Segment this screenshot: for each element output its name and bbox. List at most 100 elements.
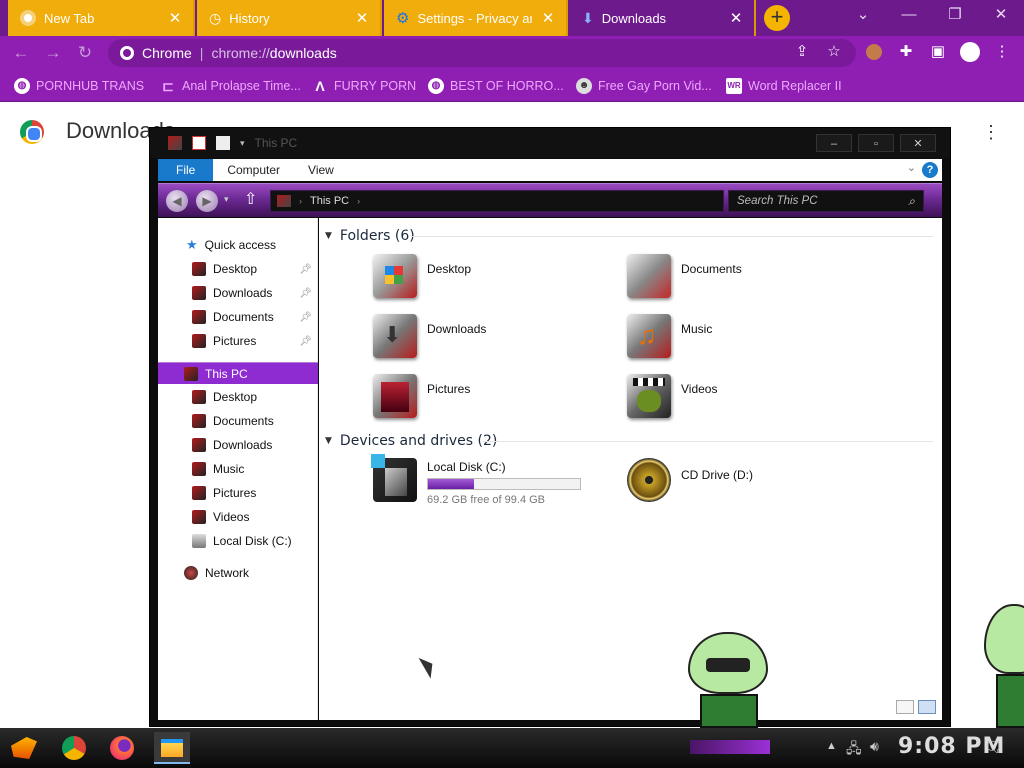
volume-icon[interactable]: 🔊︎: [870, 738, 879, 755]
bookmark-item[interactable]: ◍ BEST OF HORRO...: [428, 76, 564, 96]
extension-avatar-icon[interactable]: [862, 40, 886, 64]
close-window-button[interactable]: ✕: [978, 0, 1024, 30]
drive-tile-d[interactable]: CD Drive (D:): [627, 458, 867, 514]
this-pc-small-icon: [277, 195, 291, 207]
chrome-site-icon: [120, 46, 134, 60]
minimize-button[interactable]: —: [886, 0, 932, 30]
side-panel-icon[interactable]: ▣: [926, 40, 950, 64]
close-tab-icon[interactable]: ✕: [167, 9, 183, 27]
explorer-maximize-button[interactable]: ▫: [858, 134, 894, 152]
history-icon: ◷: [209, 9, 222, 26]
folder-tile[interactable]: Videos: [627, 374, 867, 430]
bookmark-item[interactable]: ⊏ Anal Prolapse Time...: [160, 76, 301, 96]
reload-icon[interactable]: ↻: [74, 42, 96, 64]
group-title: Devices and drives (2): [339, 433, 498, 449]
nav-pc-desktop[interactable]: Desktop: [158, 386, 318, 408]
devices-group-header[interactable]: ▼ Devices and drives (2): [325, 431, 497, 451]
group-divider: [411, 236, 933, 237]
forward-icon[interactable]: →: [42, 42, 64, 64]
collapse-icon: ▼: [325, 231, 332, 241]
expand-ribbon-icon[interactable]: ⌄: [907, 161, 916, 174]
omnibox[interactable]: Chrome | chrome://downloads: [108, 39, 856, 67]
nav-label: Desktop: [213, 262, 258, 276]
help-icon[interactable]: ?: [922, 162, 938, 178]
recent-locations-icon[interactable]: ▾: [224, 194, 229, 205]
tab-history[interactable]: ◷ History ✕: [197, 0, 382, 36]
qa-dropdown-icon[interactable]: ▾: [240, 138, 245, 149]
file-explorer-icon[interactable]: [154, 732, 190, 764]
ribbon-tab-computer[interactable]: Computer: [213, 159, 294, 181]
back-icon[interactable]: ←: [10, 42, 32, 64]
properties-icon[interactable]: [192, 136, 206, 150]
nav-quick-access[interactable]: ★ Quick access: [158, 234, 318, 256]
nav-label: Music: [213, 462, 245, 476]
firefox-icon[interactable]: [104, 732, 140, 764]
drive-tile-c[interactable]: Local Disk (C:) 69.2 GB free of 99.4 GB: [371, 454, 633, 514]
content-pane: ▼ Folders (6) Desktop Documents ⬇ Downloa…: [319, 218, 942, 720]
folder-tile[interactable]: Desktop: [373, 254, 613, 310]
explorer-minimize-button[interactable]: –: [816, 134, 852, 152]
bookmark-item[interactable]: Λ FURRY PORN: [312, 76, 416, 96]
nav-qa-desktop[interactable]: Desktop 📌︎: [158, 258, 318, 280]
explorer-close-button[interactable]: ✕: [900, 134, 936, 152]
nav-this-pc[interactable]: This PC: [158, 362, 318, 384]
bookmark-star-icon[interactable]: ☆: [822, 40, 846, 64]
nav-qa-pictures[interactable]: Pictures 📌︎: [158, 330, 318, 352]
folders-group-header[interactable]: ▼ Folders (6): [325, 226, 415, 246]
bookmark-item[interactable]: WR Word Replacer II: [726, 76, 842, 96]
chrome-icon: [20, 10, 36, 26]
maximize-button[interactable]: ❐: [932, 0, 978, 30]
nav-pc-videos[interactable]: Videos: [158, 506, 318, 528]
search-input[interactable]: Search This PC ⌕: [728, 190, 924, 212]
file-explorer-window[interactable]: ▾ This PC – ▫ ✕ File Computer View ⌄ ? ◀…: [150, 128, 950, 726]
share-icon[interactable]: ⇪: [790, 40, 814, 64]
close-tab-icon[interactable]: ✕: [354, 9, 370, 27]
up-arrow-icon[interactable]: ⇧: [244, 189, 257, 209]
notification-icon[interactable]: 🗨︎: [984, 738, 1003, 756]
bookmark-item[interactable]: ◍ PORNHUB TRANS: [14, 76, 144, 96]
address-path[interactable]: › This PC ›: [270, 190, 724, 212]
new-folder-icon[interactable]: [216, 136, 230, 150]
explorer-forward-icon[interactable]: ▶: [196, 190, 218, 212]
tray-overflow-icon[interactable]: ▲: [826, 740, 837, 752]
profile-icon[interactable]: [958, 40, 982, 64]
chrome-menu-icon[interactable]: ⋮: [990, 40, 1014, 64]
drive-free-text: 69.2 GB free of 99.4 GB: [427, 494, 546, 506]
nav-label: Pictures: [213, 334, 257, 348]
nav-pc-music[interactable]: Music: [158, 458, 318, 480]
folder-tile[interactable]: ⬇ Downloads: [373, 314, 613, 370]
extensions-puzzle-icon[interactable]: ✚: [894, 40, 918, 64]
nav-pc-downloads[interactable]: Downloads: [158, 434, 318, 456]
tab-downloads[interactable]: ⬇ Downloads ✕: [570, 0, 756, 36]
nav-pc-documents[interactable]: Documents: [158, 410, 318, 432]
new-tab-button[interactable]: +: [764, 5, 790, 31]
bookmark-item[interactable]: ☻ Free Gay Porn Vid...: [576, 76, 712, 96]
ribbon-tab-view[interactable]: View: [294, 159, 348, 181]
nav-label: Desktop: [213, 390, 258, 404]
nav-qa-downloads[interactable]: Downloads 📌︎: [158, 282, 318, 304]
nav-pc-local-disk[interactable]: Local Disk (C:): [158, 530, 318, 552]
nav-pc-pictures[interactable]: Pictures: [158, 482, 318, 504]
start-icon[interactable]: [6, 732, 42, 764]
chrome-icon[interactable]: [56, 732, 92, 764]
group-divider: [483, 441, 933, 442]
nav-qa-documents[interactable]: Documents 📌︎: [158, 306, 318, 328]
more-options-icon[interactable]: ⋮: [982, 120, 1000, 144]
folder-tile[interactable]: Documents: [627, 254, 867, 310]
large-icons-view-icon[interactable]: [918, 700, 936, 714]
folder-tile[interactable]: Pictures: [373, 374, 613, 430]
nav-label: Pictures: [213, 486, 257, 500]
tab-settings[interactable]: ⚙ Settings - Privacy and ✕: [384, 0, 568, 36]
details-view-icon[interactable]: [896, 700, 914, 714]
tab-search-icon[interactable]: ⌄: [840, 0, 886, 30]
close-tab-icon[interactable]: ✕: [728, 9, 744, 27]
videos-icon: [192, 510, 206, 524]
ribbon-tab-file[interactable]: File: [158, 159, 214, 181]
network-tray-icon[interactable]: 🖧︎: [846, 738, 862, 762]
close-tab-icon[interactable]: ✕: [540, 9, 556, 27]
nav-network[interactable]: Network: [158, 562, 318, 584]
tab-new-tab[interactable]: New Tab ✕: [8, 0, 195, 36]
folder-tile[interactable]: ♫ Music: [627, 314, 867, 370]
drive-icon: [192, 534, 206, 548]
explorer-back-icon[interactable]: ◀: [166, 190, 188, 212]
